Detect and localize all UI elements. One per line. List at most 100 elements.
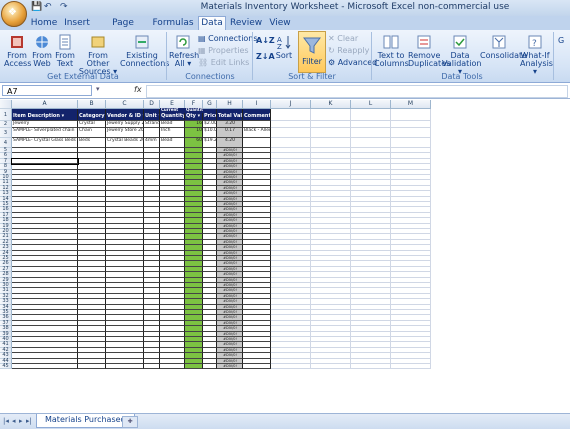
office-button[interactable]: ❖ — [1, 1, 27, 27]
consolidate-button[interactable]: Consolidate — [480, 34, 527, 60]
table-cell[interactable]: Jewelry — [12, 121, 78, 128]
tab-formulas[interactable]: Formulas — [152, 16, 194, 30]
from-web-button[interactable]: From Web — [30, 34, 54, 68]
table-cell[interactable]: 4.20 — [217, 138, 243, 148]
sort-a-z-button[interactable]: A↓Z — [256, 36, 275, 45]
row-header[interactable]: 3 — [0, 128, 12, 138]
empty-cell[interactable] — [271, 364, 311, 370]
table-cell[interactable] — [243, 138, 271, 148]
next-sheet-icon[interactable]: ▸ — [19, 417, 23, 425]
sort-button[interactable]: AZ Sort — [274, 34, 294, 60]
column-header-b[interactable]: B — [78, 100, 106, 109]
tab-insert[interactable]: Insert — [62, 16, 92, 30]
empty-cell[interactable] — [391, 138, 431, 148]
table-cell[interactable]: 4mm — [144, 138, 160, 148]
table-cell[interactable]: 10 — [185, 128, 203, 138]
prev-sheet-icon[interactable]: ◂ — [12, 417, 16, 425]
table-cell[interactable]: Bead — [160, 121, 185, 128]
column-label-a[interactable]: Item Description ▾ — [12, 109, 78, 121]
empty-cell[interactable] — [271, 109, 311, 121]
column-label-h[interactable]: Total Value ▾ — [217, 109, 243, 121]
sheet-tab-materials-purchased[interactable]: Materials Purchased — [36, 414, 135, 428]
insert-function-button[interactable]: fx — [134, 85, 142, 94]
outline-group-partial[interactable]: G — [558, 36, 564, 45]
empty-cell[interactable] — [391, 364, 431, 370]
table-cell[interactable] — [185, 364, 203, 370]
column-header-a[interactable]: A — [12, 100, 78, 109]
table-cell[interactable]: SAMPLE- Silverplated chain — [12, 128, 78, 138]
empty-cell[interactable] — [351, 128, 391, 138]
filter-button[interactable]: Filter — [298, 31, 326, 73]
table-cell[interactable] — [203, 364, 217, 370]
table-cell[interactable]: Jewelry Store 2061 — [106, 128, 144, 138]
table-cell[interactable]: $10.00 — [203, 128, 217, 138]
column-header-i[interactable]: I — [243, 100, 271, 109]
row-header[interactable]: 45 — [0, 363, 12, 370]
column-label-i[interactable]: Comments ▾ — [243, 109, 271, 121]
column-header-h[interactable]: H — [217, 100, 243, 109]
column-header-d[interactable]: D — [144, 100, 160, 109]
column-header-j[interactable]: J — [271, 100, 311, 109]
row-header[interactable]: 1 — [0, 109, 12, 121]
column-header-c[interactable]: C — [106, 100, 144, 109]
empty-cell[interactable] — [391, 109, 431, 121]
column-label-b[interactable]: Category ▾ — [78, 109, 106, 121]
clear-button[interactable]: ✕ Clear — [328, 34, 358, 43]
empty-cell[interactable] — [351, 138, 391, 148]
save-icon[interactable]: 💾 — [31, 2, 42, 12]
empty-cell[interactable] — [311, 128, 351, 138]
empty-cell[interactable] — [271, 138, 311, 148]
connections-button[interactable]: ▤ Connections — [198, 34, 258, 43]
first-sheet-icon[interactable]: |◂ — [3, 417, 9, 425]
worksheet-grid[interactable]: ABCDEFGHIJKLM 1 Item Description ▾ Categor… — [0, 100, 570, 413]
table-cell[interactable]: 60 — [185, 138, 203, 148]
tab-data[interactable]: Data — [198, 16, 226, 30]
formula-input[interactable] — [146, 85, 568, 98]
refresh-all-button[interactable]: Refresh All ▾ — [169, 34, 199, 68]
table-cell[interactable]: SAMPLE- Crystal Glass Beds — [12, 138, 78, 148]
column-label-c[interactable]: Vendor & ID ▾ — [106, 109, 144, 121]
table-cell[interactable]: Strand — [144, 121, 160, 128]
last-sheet-icon[interactable]: ▸| — [26, 417, 32, 425]
empty-cell[interactable] — [311, 121, 351, 128]
empty-cell[interactable] — [271, 128, 311, 138]
empty-cell[interactable] — [351, 121, 391, 128]
table-cell[interactable]: Bead — [160, 138, 185, 148]
tab-view[interactable]: View — [266, 16, 294, 30]
name-box-dropdown-icon[interactable]: ▾ — [96, 85, 100, 93]
row-header[interactable]: 2 — [0, 121, 12, 128]
select-all-corner[interactable] — [0, 100, 12, 109]
empty-cell[interactable] — [391, 128, 431, 138]
table-cell[interactable]: Crystal Beads 2016 — [106, 138, 144, 148]
table-cell[interactable]: #DIV/0! — [217, 364, 243, 370]
tab-page-layout[interactable]: Page Layout — [98, 16, 148, 42]
table-cell[interactable] — [243, 121, 271, 128]
table-cell[interactable] — [243, 364, 271, 370]
empty-cell[interactable] — [311, 138, 351, 148]
empty-cell[interactable] — [311, 109, 351, 121]
active-cell[interactable] — [11, 157, 79, 166]
from-text-button[interactable]: From Text — [54, 34, 76, 68]
remove-duplicates-button[interactable]: Remove Duplicates — [408, 34, 450, 68]
reapply-button[interactable]: ↻ Reapply — [328, 46, 369, 55]
empty-cell[interactable] — [271, 121, 311, 128]
table-cell[interactable] — [78, 364, 106, 370]
table-cell[interactable]: $2.00 — [203, 121, 217, 128]
table-cell[interactable]: Beds — [78, 138, 106, 148]
edit-links-button[interactable]: ⛓ Edit Links — [198, 58, 249, 67]
sort-z-a-button[interactable]: Z↓A — [256, 52, 275, 61]
tab-review[interactable]: Review — [230, 16, 262, 30]
column-label-g[interactable]: Price ▾ — [203, 109, 217, 121]
column-header-k[interactable]: K — [311, 100, 351, 109]
empty-cell[interactable] — [391, 121, 431, 128]
table-cell[interactable]: Black - Allenhor — [243, 128, 271, 138]
data-validation-button[interactable]: Data Validation ▾ — [442, 34, 482, 76]
table-cell[interactable]: $19.20 — [203, 138, 217, 148]
text-to-columns-button[interactable]: Text to Columns — [374, 34, 409, 68]
table-cell[interactable] — [106, 364, 144, 370]
table-cell[interactable] — [144, 364, 160, 370]
what-if-analysis-button[interactable]: ? What-If Analysis ▾ — [520, 34, 553, 76]
table-cell[interactable]: Inch — [160, 128, 185, 138]
column-header-m[interactable]: M — [391, 100, 431, 109]
table-cell[interactable] — [144, 128, 160, 138]
